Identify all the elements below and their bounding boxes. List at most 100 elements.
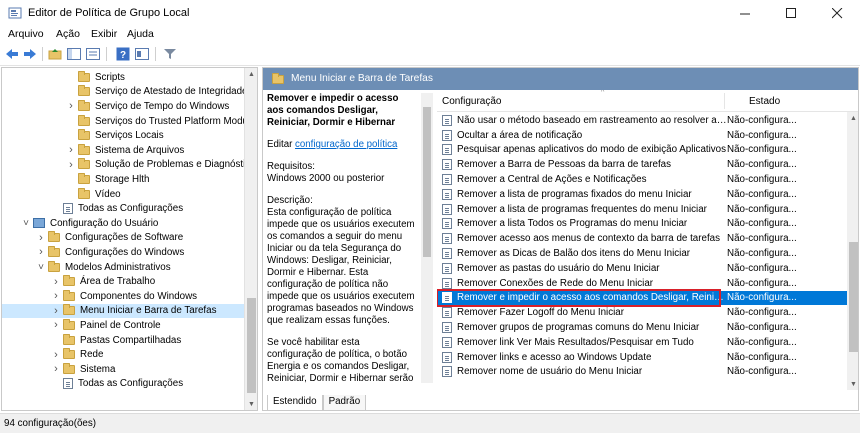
maximize-button[interactable] <box>768 0 814 26</box>
close-button[interactable] <box>814 0 860 26</box>
policy-row[interactable]: Remover a Barra de Pessoas da barra de t… <box>437 157 847 172</box>
filter-button[interactable] <box>162 46 178 62</box>
tree-item[interactable]: › Componentes do Windows <box>2 289 197 304</box>
scroll-thumb[interactable] <box>247 298 256 393</box>
tree-item[interactable]: › Serviço de Tempo do Windows <box>2 99 229 114</box>
policy-row[interactable]: Remover Conexões de Rede do Menu Iniciar… <box>437 276 847 291</box>
tree-item[interactable]: › Área de Trabalho <box>2 274 155 289</box>
collapsed-chevron-icon[interactable]: › <box>51 275 61 289</box>
policy-row[interactable]: Remover acesso aos menus de contexto da … <box>437 231 847 246</box>
edit-policy-link[interactable]: configuração de política <box>295 139 397 150</box>
scroll-up-arrow-icon[interactable]: ▲ <box>245 68 257 80</box>
policy-row[interactable]: Remover link Ver Mais Resultados/Pesquis… <box>437 335 847 350</box>
policy-row[interactable]: Remover e impedir o acesso aos comandos … <box>437 288 847 307</box>
column-header-setting[interactable]: Configuração <box>442 96 501 107</box>
collapsed-chevron-icon[interactable]: › <box>51 348 61 362</box>
folder-icon <box>78 129 90 141</box>
folder-icon <box>78 158 90 170</box>
scroll-up-arrow-icon[interactable]: ▲ <box>847 112 858 124</box>
policy-row[interactable]: Remover links e acesso ao Windows Update… <box>437 350 847 365</box>
window-title: Editor de Política de Grupo Local <box>28 7 190 19</box>
policy-row[interactable]: Remover a Central de Ações e Notificaçõe… <box>437 172 847 187</box>
menu-arquivo[interactable]: Arquivo <box>8 28 44 40</box>
policy-state: Não-configura... <box>727 262 797 274</box>
collapsed-chevron-icon[interactable]: › <box>66 99 76 113</box>
collapsed-chevron-icon[interactable]: › <box>36 245 46 259</box>
tree-item[interactable]: Todas as Configurações <box>2 201 183 216</box>
forward-button[interactable] <box>22 46 38 62</box>
menu-exibir[interactable]: Exibir <box>91 28 117 40</box>
scroll-thumb[interactable] <box>423 107 431 257</box>
minimize-button[interactable] <box>722 0 768 26</box>
help-button[interactable]: ? <box>115 46 131 62</box>
tree-item[interactable]: › Sistema de Arquivos <box>2 143 184 158</box>
tab-estendido[interactable]: Estendido <box>267 395 323 410</box>
expanded-chevron-icon[interactable]: ˅ <box>21 216 31 230</box>
policy-row[interactable]: Remover a lista de programas frequentes … <box>437 202 847 217</box>
policy-row[interactable]: Remover a lista de programas fixados do … <box>437 187 847 202</box>
policy-setting-icon <box>442 188 452 200</box>
collapsed-chevron-icon[interactable]: › <box>66 158 76 172</box>
policy-name: Remover grupos de programas comuns do Me… <box>457 322 700 334</box>
collapsed-chevron-icon[interactable]: › <box>51 318 61 332</box>
collapsed-chevron-icon[interactable]: › <box>66 143 76 157</box>
collapsed-chevron-icon[interactable]: › <box>36 231 46 245</box>
tree-item[interactable]: Serviços Locais <box>2 128 164 143</box>
collapsed-chevron-icon[interactable]: › <box>51 362 61 376</box>
tree-pane[interactable]: Scripts Serviço de Atestado de Integridad… <box>1 67 258 411</box>
tree-item-label: Configuração do Usuário <box>50 217 159 229</box>
tree-item[interactable]: Vídeo <box>2 187 121 202</box>
tab-padrao[interactable]: Padrão <box>322 395 367 410</box>
policy-row[interactable]: Pesquisar apenas aplicativos do modo de … <box>437 143 847 158</box>
list-header: ^ Configuração Estado <box>437 90 858 112</box>
policy-row[interactable]: Remover a lista Todos os Programas do me… <box>437 217 847 232</box>
scroll-down-arrow-icon[interactable]: ▼ <box>245 398 257 410</box>
no-chevron <box>66 172 76 186</box>
tree-item[interactable]: Storage Hlth <box>2 172 149 187</box>
policy-row[interactable]: Remover nome de usuário do Menu Iniciar N… <box>437 365 847 380</box>
description-label: Descrição: <box>267 195 313 206</box>
export-list-button[interactable] <box>85 46 101 62</box>
policy-state: Não-configura... <box>727 292 797 304</box>
menu-ajuda[interactable]: Ajuda <box>127 28 154 40</box>
tree-item[interactable]: › Configurações de Software <box>2 231 183 246</box>
no-chevron <box>66 187 76 201</box>
list-scrollbar[interactable]: ▲ ▼ <box>847 112 858 390</box>
tree-item[interactable]: Serviços do Trusted Platform Module <box>2 114 256 129</box>
description-scrollbar[interactable] <box>421 93 433 383</box>
tree-item[interactable]: › Configurações do Windows <box>2 245 184 260</box>
tree-item[interactable]: › Rede <box>2 347 103 362</box>
tree-item[interactable]: Serviço de Atestado de Integridade de <box>2 85 257 100</box>
tree-item[interactable]: › Sistema <box>2 362 115 377</box>
tree-item[interactable]: Scripts <box>2 70 125 85</box>
tree-item[interactable]: ˅ Modelos Administrativos <box>2 260 171 275</box>
policy-row[interactable]: Remover as pastas do usuário do Menu Ini… <box>437 261 847 276</box>
policy-row[interactable]: Ocultar a área de notificação Não-configu… <box>437 128 847 143</box>
column-divider[interactable] <box>724 93 725 109</box>
policy-row[interactable]: Remover as Dicas de Balão dos itens do M… <box>437 246 847 261</box>
collapsed-chevron-icon[interactable]: › <box>51 304 61 318</box>
tree-item[interactable]: Todas as Configurações <box>2 377 183 392</box>
details-header: Menu Iniciar e Barra de Tarefas <box>263 68 858 90</box>
show-hide-tree-button[interactable] <box>66 46 82 62</box>
back-button[interactable] <box>4 46 20 62</box>
scroll-down-arrow-icon[interactable]: ▼ <box>847 378 858 390</box>
tree-item[interactable]: Pastas Compartilhadas <box>2 333 181 348</box>
tree-item[interactable]: › Solução de Problemas e Diagnóstico <box>2 158 256 173</box>
minimize-icon <box>739 13 750 14</box>
tree-item[interactable]: › Menu Iniciar e Barra de Tarefas <box>2 303 244 319</box>
properties-button[interactable] <box>134 46 150 62</box>
policy-row[interactable]: Não usar o método baseado em rastreament… <box>437 113 847 128</box>
policy-name: Remover links e acesso ao Windows Update <box>457 351 652 363</box>
collapsed-chevron-icon[interactable]: › <box>51 289 61 303</box>
tree-item[interactable]: › Painel de Controle <box>2 318 161 333</box>
column-header-state[interactable]: Estado <box>749 96 780 107</box>
menu-acao[interactable]: Ação <box>56 28 80 40</box>
expanded-chevron-icon[interactable]: ˅ <box>36 260 46 274</box>
policy-row[interactable]: Remover Fazer Logoff do Menu Iniciar Não-… <box>437 305 847 320</box>
policy-row[interactable]: Remover grupos de programas comuns do Me… <box>437 320 847 335</box>
scroll-thumb[interactable] <box>849 242 858 352</box>
up-folder-button[interactable] <box>47 46 63 62</box>
tree-item[interactable]: ˅ Configuração do Usuário <box>2 216 158 231</box>
tree-scrollbar[interactable]: ▲ ▼ <box>244 68 257 410</box>
